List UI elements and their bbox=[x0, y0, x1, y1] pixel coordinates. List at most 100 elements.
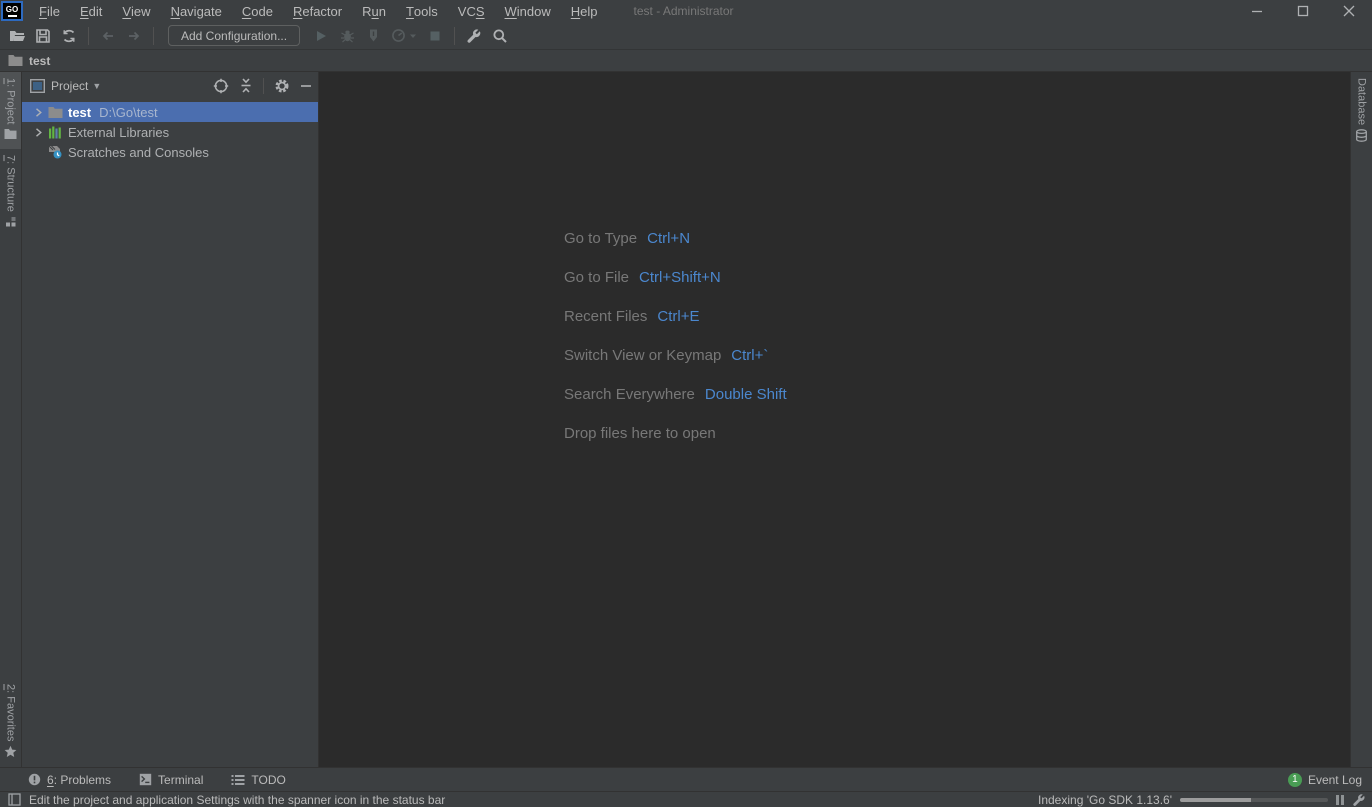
tool-window-button-label: Terminal bbox=[158, 773, 203, 787]
logo-text: GO bbox=[6, 6, 18, 14]
shortcut-hint-row: Switch View or Keymap Ctrl+` bbox=[564, 336, 787, 375]
menu-run[interactable]: Run bbox=[352, 0, 396, 22]
open-icon[interactable] bbox=[4, 24, 30, 48]
tree-item-name: Scratches and Consoles bbox=[68, 145, 209, 160]
chevron-right-icon[interactable] bbox=[30, 108, 46, 117]
run-icon[interactable] bbox=[308, 24, 334, 48]
shortcut-hints: Go to Type Ctrl+N Go to File Ctrl+Shift+N Re… bbox=[564, 219, 787, 453]
hide-panel-icon[interactable] bbox=[300, 80, 312, 92]
title-bar: GO FileEditViewNavigateCodeRefactorRunTo… bbox=[0, 0, 1372, 22]
tool-window-button-label: TODO bbox=[251, 773, 285, 787]
menu-vcs[interactable]: VCS bbox=[448, 0, 495, 22]
folder-icon bbox=[46, 106, 64, 119]
tree-row[interactable]: testD:\Go\test bbox=[22, 102, 318, 122]
menu-bar: FileEditViewNavigateCodeRefactorRunTools… bbox=[29, 0, 608, 22]
back-icon[interactable] bbox=[95, 24, 121, 48]
tree-row[interactable]: External Libraries bbox=[22, 122, 318, 142]
tree-row[interactable]: Scratches and Consoles bbox=[22, 142, 318, 162]
tool-window-button-terminal[interactable]: Terminal bbox=[139, 773, 203, 787]
close-button[interactable] bbox=[1326, 0, 1372, 22]
editor-area[interactable]: Go to Type Ctrl+N Go to File Ctrl+Shift+N Re… bbox=[319, 72, 1350, 767]
search-icon[interactable] bbox=[487, 24, 513, 48]
menu-refactor[interactable]: Refactor bbox=[283, 0, 352, 22]
window-title: test - Administrator bbox=[634, 4, 734, 18]
shortcut-action: Recent Files bbox=[564, 308, 647, 325]
goland-logo-icon: GO bbox=[1, 1, 23, 21]
stripe-label: 1: Project bbox=[1, 78, 21, 124]
menu-code[interactable]: Code bbox=[232, 0, 283, 22]
menu-window[interactable]: Window bbox=[495, 0, 561, 22]
library-icon bbox=[46, 126, 64, 139]
spanner-icon[interactable] bbox=[1352, 793, 1366, 807]
chevron-right-icon[interactable] bbox=[30, 128, 46, 137]
tool-window-button-todo[interactable]: TODO bbox=[231, 773, 285, 787]
shortcut-hint-row: Search Everywhere Double Shift bbox=[564, 375, 787, 414]
shortcut-keys: Ctrl+` bbox=[731, 347, 768, 364]
stripe-button--project[interactable]: 1: Project bbox=[0, 72, 21, 149]
shortcut-keys: Ctrl+Shift+N bbox=[639, 269, 721, 286]
collapse-all-icon[interactable] bbox=[239, 78, 253, 93]
shortcut-hint-row: Recent Files Ctrl+E bbox=[564, 297, 787, 336]
database-icon bbox=[1355, 129, 1368, 145]
stripe-button--structure[interactable]: 7: Structure bbox=[0, 149, 21, 237]
indexing-progress-bar bbox=[1180, 798, 1328, 802]
menu-edit[interactable]: Edit bbox=[70, 0, 112, 22]
event-log-label: Event Log bbox=[1308, 773, 1362, 787]
forward-icon[interactable] bbox=[121, 24, 147, 48]
save-icon[interactable] bbox=[30, 24, 56, 48]
shortcut-hint-row: Go to File Ctrl+Shift+N bbox=[564, 258, 787, 297]
toolbar-separator bbox=[88, 27, 89, 45]
shortcut-keys: Double Shift bbox=[705, 386, 787, 403]
shortcut-action: Go to File bbox=[564, 269, 629, 286]
minimize-button[interactable] bbox=[1234, 0, 1280, 22]
shortcut-action: Go to Type bbox=[564, 230, 637, 247]
locate-file-icon[interactable] bbox=[213, 78, 229, 94]
menu-navigate[interactable]: Navigate bbox=[161, 0, 232, 22]
main-toolbar: Add Configuration... bbox=[0, 22, 1372, 50]
add-configuration-button[interactable]: Add Configuration... bbox=[168, 25, 300, 46]
menu-view[interactable]: View bbox=[112, 0, 160, 22]
gear-icon[interactable] bbox=[274, 78, 290, 94]
structure-icon bbox=[5, 216, 17, 231]
shortcut-action: Switch View or Keymap bbox=[564, 347, 721, 364]
project-tool-window: Project ▼ testD:\Go\test External Librari… bbox=[22, 72, 319, 767]
debug-icon[interactable] bbox=[334, 24, 360, 48]
status-hint: Edit the project and application Setting… bbox=[29, 793, 445, 807]
indexing-label: Indexing 'Go SDK 1.13.6' bbox=[1038, 793, 1172, 807]
project-panel-title[interactable]: Project bbox=[51, 79, 88, 93]
tree-item-name: External Libraries bbox=[68, 125, 169, 140]
stop-icon[interactable] bbox=[422, 24, 448, 48]
tree-item-name: test bbox=[68, 105, 91, 120]
event-log-button[interactable]: 1 Event Log bbox=[1288, 773, 1362, 787]
coverage-icon[interactable] bbox=[360, 24, 386, 48]
ide-window: GO FileEditViewNavigateCodeRefactorRunTo… bbox=[0, 0, 1372, 807]
menu-help[interactable]: Help bbox=[561, 0, 608, 22]
tool-window-button--problems[interactable]: 6: Problems bbox=[28, 773, 111, 787]
sync-icon[interactable] bbox=[56, 24, 82, 48]
tool-window-toggle-icon[interactable] bbox=[8, 793, 21, 806]
wrench-icon[interactable] bbox=[461, 24, 487, 48]
chevron-down-icon[interactable]: ▼ bbox=[92, 81, 101, 91]
shortcut-hint-row: Go to Type Ctrl+N bbox=[564, 219, 787, 258]
window-controls bbox=[1234, 0, 1372, 22]
project-tree: testD:\Go\test External Libraries Scratche… bbox=[22, 99, 318, 162]
stripe-button-database[interactable]: Database bbox=[1351, 72, 1372, 151]
right-tool-window-stripe: Database bbox=[1350, 72, 1372, 767]
maximize-button[interactable] bbox=[1280, 0, 1326, 22]
toolbar-separator bbox=[153, 27, 154, 45]
event-log-badge: 1 bbox=[1288, 773, 1302, 787]
stripe-button--favorites[interactable]: 2: Favorites bbox=[0, 678, 21, 767]
breadcrumb-item[interactable]: test bbox=[29, 54, 50, 68]
shortcut-hint-row: Drop files here to open bbox=[564, 414, 787, 453]
status-bar: Edit the project and application Setting… bbox=[0, 791, 1372, 807]
stripe-label: 2: Favorites bbox=[1, 684, 21, 741]
star-icon bbox=[4, 745, 17, 761]
menu-file[interactable]: File bbox=[29, 0, 70, 22]
shortcut-action: Search Everywhere bbox=[564, 386, 695, 403]
shortcut-keys: Ctrl+N bbox=[647, 230, 690, 247]
shortcut-action: Drop files here to open bbox=[564, 425, 716, 442]
pause-indexing-icon[interactable] bbox=[1336, 795, 1344, 805]
profiler-icon[interactable] bbox=[386, 24, 422, 48]
shortcut-keys: Ctrl+E bbox=[657, 308, 699, 325]
menu-tools[interactable]: Tools bbox=[396, 0, 448, 22]
